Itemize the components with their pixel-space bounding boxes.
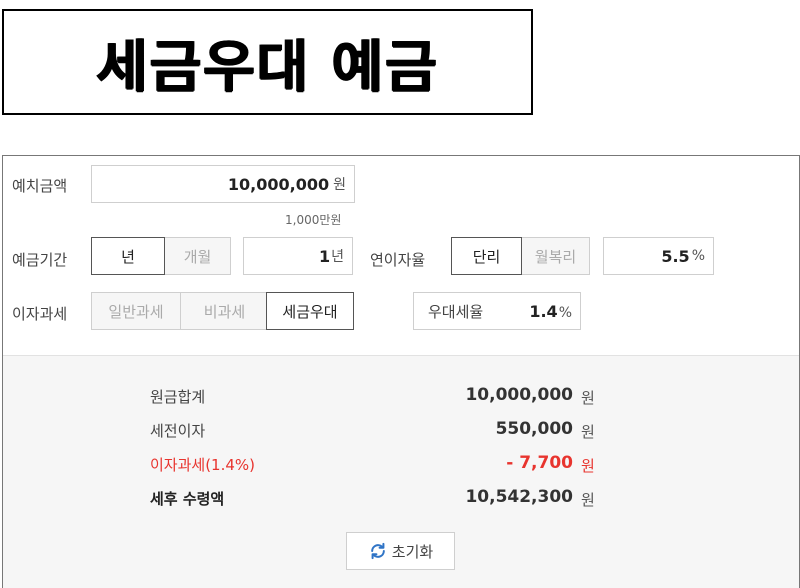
preferential-rate-label: 우대세율 [428, 302, 484, 321]
principal-label: 원금합계 [150, 388, 206, 406]
reset-button[interactable]: 초기화 [346, 532, 455, 570]
deposit-amount-unit: 원 [333, 177, 346, 193]
rate-unit: % [691, 248, 705, 264]
net-receipt-label: 세후 수령액 [150, 490, 225, 508]
deposit-amount-input[interactable]: 10,000,000 원 [91, 165, 355, 203]
preferential-rate-unit: % [558, 304, 572, 321]
principal-unit: 원 [581, 389, 595, 407]
tax-type-exempt-button[interactable]: 비과세 [180, 292, 269, 330]
principal-value: 10,000,000 [465, 385, 573, 405]
input-section: 예치금액 10,000,000 원 1,000만원 예금기간 년 개월 1 년 … [3, 156, 799, 355]
deposit-amount-hint: 1,000만원 [285, 213, 342, 227]
period-input[interactable]: 1 년 [243, 237, 353, 275]
net-receipt-unit: 원 [581, 491, 595, 509]
deposit-label: 예치금액 [12, 177, 68, 195]
tax-type-general-button[interactable]: 일반과세 [91, 292, 181, 330]
pretax-interest-unit: 원 [581, 423, 595, 441]
reset-button-label: 초기화 [391, 542, 434, 561]
rate-input[interactable]: 5.5 % [603, 237, 714, 275]
pretax-interest-value: 550,000 [495, 419, 573, 439]
period-unit-toggle: 년 개월 [91, 237, 231, 275]
interest-tax-label: 이자과세(1.4%) [150, 456, 256, 474]
refresh-icon [370, 542, 385, 560]
deposit-amount-value: 10,000,000 [227, 174, 330, 194]
period-label: 예금기간 [12, 251, 68, 269]
rate-type-simple-button[interactable]: 단리 [451, 237, 522, 275]
pretax-interest-label: 세전이자 [150, 422, 206, 440]
deposit-calculator: 예치금액 10,000,000 원 1,000만원 예금기간 년 개월 1 년 … [2, 155, 800, 588]
rate-label: 연이자율 [370, 251, 426, 269]
interest-tax-value: - 7,700 [506, 453, 573, 473]
period-unit-year-button[interactable]: 년 [91, 237, 165, 275]
period-unit-month-button[interactable]: 개월 [164, 237, 231, 275]
tax-type-preferential-button[interactable]: 세금우대 [266, 292, 354, 330]
rate-type-compound-button[interactable]: 월복리 [521, 237, 590, 275]
net-receipt-value: 10,542,300 [465, 487, 573, 507]
preferential-rate-value: 1.4 [529, 301, 558, 321]
tax-label: 이자과세 [12, 305, 68, 323]
period-value: 1 [318, 246, 331, 266]
page-title: 세금우대 예금 [96, 34, 439, 100]
period-unit: 년 [331, 249, 344, 265]
preferential-rate-input[interactable]: 우대세율 1.4% [413, 292, 581, 330]
rate-value: 5.5 [661, 246, 690, 266]
tax-type-toggle: 일반과세 비과세 [91, 292, 269, 330]
interest-tax-unit: 원 [581, 457, 595, 475]
rate-type-toggle: 단리 월복리 [451, 237, 590, 275]
page-title-banner: 세금우대 예금 [2, 9, 533, 115]
